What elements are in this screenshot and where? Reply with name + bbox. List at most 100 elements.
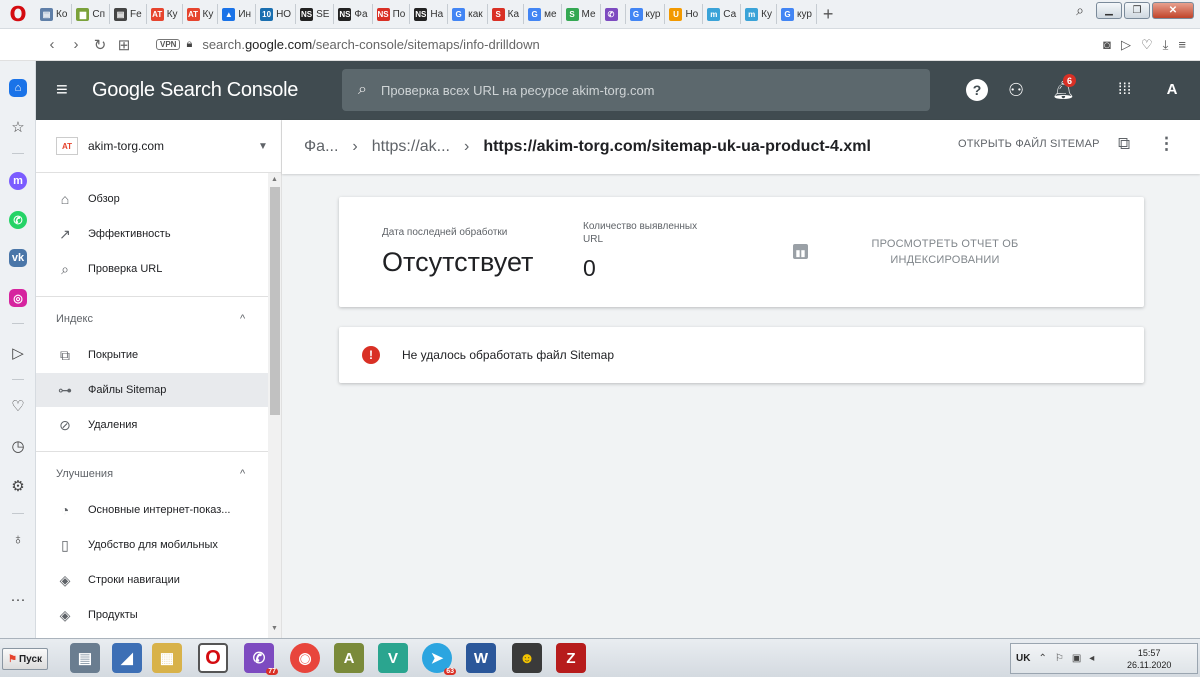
viber-icon[interactable]: ✆ 77: [244, 643, 278, 675]
browser-tab[interactable]: ▤ Ко: [36, 4, 73, 24]
browser-tab[interactable]: Gкур: [777, 4, 817, 24]
network-tray-icon[interactable]: ▣: [1072, 653, 1081, 664]
app-icon[interactable]: A: [334, 643, 364, 673]
browser-tab[interactable]: ✆: [601, 4, 626, 24]
volume-icon[interactable]: ◂: [1089, 653, 1094, 664]
vpn-app-icon[interactable]: V: [378, 643, 408, 673]
vpn-badge[interactable]: VPN: [156, 39, 181, 50]
browser-tab[interactable]: AT Ку: [147, 4, 183, 24]
tray-expand-icon[interactable]: ⌃: [1038, 653, 1046, 664]
browser-tab[interactable]: Gме: [524, 4, 562, 24]
browser-tab[interactable]: 10 НО: [256, 4, 297, 24]
open-in-new-icon[interactable]: ⧉: [1118, 134, 1130, 154]
product-logo[interactable]: Google Search Console: [92, 79, 298, 102]
browser-tab[interactable]: U Но: [665, 4, 704, 24]
breadcrumb-sitemaps[interactable]: Фа...: [304, 138, 338, 156]
scroll-up-icon[interactable]: ▲: [271, 176, 278, 183]
easy-setup-icon[interactable]: ≡: [1178, 37, 1186, 53]
more-vert-icon[interactable]: ⋮: [1158, 134, 1175, 154]
heart-icon[interactable]: ♡: [1141, 37, 1153, 53]
browser-tab[interactable]: m Ку: [741, 4, 777, 24]
minimize-button[interactable]: ▁: [1096, 2, 1122, 19]
browser-tab[interactable]: Gкур: [626, 4, 666, 24]
scroll-down-icon[interactable]: ▼: [271, 625, 278, 632]
nav-item-products[interactable]: ◈ Продукты: [36, 598, 268, 632]
nav-item-removals[interactable]: ⊘ Удаления: [36, 408, 268, 442]
opera-menu-button[interactable]: O: [0, 0, 36, 29]
nav-section-index[interactable]: Индекс ^: [36, 304, 268, 334]
clock[interactable]: 15:57 26.11.2020: [1127, 647, 1171, 671]
history-icon[interactable]: ◷: [8, 436, 28, 456]
nav-item-sitemaps[interactable]: ⊶ Файлы Sitemap: [36, 373, 268, 407]
language-indicator[interactable]: UK: [1016, 653, 1030, 664]
heart-icon[interactable]: ♡: [8, 396, 28, 416]
search-input[interactable]: [380, 82, 901, 98]
browser-tab[interactable]: NS SE: [296, 4, 335, 24]
download-icon[interactable]: ⤓: [1163, 37, 1169, 53]
lock-icon[interactable]: 🔒︎: [186, 38, 192, 51]
browser-tab[interactable]: ▲ Ин: [218, 4, 257, 24]
flow-icon[interactable]: ▷: [8, 343, 28, 363]
word-icon[interactable]: W: [466, 643, 496, 673]
open-sitemap-button[interactable]: ОТКРЫТЬ ФАЙЛ SITEMAP: [958, 138, 1100, 150]
browser-tab[interactable]: ▆ Сп: [72, 4, 111, 24]
nav-scroll-thumb[interactable]: [270, 187, 280, 415]
maximize-button[interactable]: ❐: [1124, 2, 1150, 19]
url-field[interactable]: search.google.com/search-console/sitemap…: [202, 37, 539, 52]
nav-item-performance[interactable]: ↗ Эффективность: [36, 217, 268, 251]
new-tab-button[interactable]: +: [823, 4, 834, 25]
vk-icon[interactable]: vk: [9, 249, 27, 267]
property-selector[interactable]: AT akim-torg.com ▼: [36, 120, 281, 173]
browser-tab[interactable]: S Ка: [488, 4, 525, 24]
browser-tab[interactable]: Gкак: [448, 4, 488, 24]
browser-tab[interactable]: S Ме: [562, 4, 601, 24]
tips-icon[interactable]: ♁: [8, 529, 28, 549]
apps-grid-icon[interactable]: ⁞⁞⁞: [1118, 78, 1131, 102]
start-button[interactable]: ⚑ Пуск: [2, 648, 48, 670]
avatar[interactable]: A: [1162, 81, 1182, 98]
nav-item-coverage[interactable]: ⧉ Покрытие: [36, 338, 268, 372]
browser-tab[interactable]: NS По: [373, 4, 411, 24]
more-icon[interactable]: ···: [8, 589, 28, 609]
opera-icon[interactable]: O: [198, 643, 228, 673]
browser-tab[interactable]: ▤ Fe: [110, 4, 147, 24]
send-icon[interactable]: ▷: [1121, 37, 1131, 53]
breadcrumb-index-sitemap[interactable]: https://ak...: [372, 138, 450, 156]
forward-icon[interactable]: ›: [64, 36, 88, 53]
speed-dial-icon[interactable]: ⊞: [112, 36, 136, 54]
browser-tab[interactable]: m Са: [703, 4, 742, 24]
camera-icon[interactable]: ◙: [1103, 37, 1111, 53]
nav-item-core-web-vitals[interactable]: ◔ Основные интернет-показ...: [36, 493, 268, 527]
nav-section-enhancements[interactable]: Улучшения ^: [36, 459, 268, 489]
network-icon[interactable]: ◢: [112, 643, 142, 673]
browser-tab[interactable]: AT Ку: [183, 4, 219, 24]
instagram-icon[interactable]: ◎: [9, 289, 27, 307]
settings-icon[interactable]: ⚙: [8, 476, 28, 496]
star-icon[interactable]: ☆: [8, 117, 28, 137]
whatsapp-icon[interactable]: ✆: [9, 211, 27, 229]
url-inspection-search[interactable]: ⌕: [342, 69, 930, 111]
reload-icon[interactable]: ↻: [88, 36, 112, 54]
bat-app-icon[interactable]: ☻: [512, 643, 542, 673]
nav-scrollbar[interactable]: ▲ ▼: [268, 173, 281, 638]
browser-tab[interactable]: NS На: [410, 4, 449, 24]
browser-tab[interactable]: NS Фа: [334, 4, 373, 24]
menu-icon[interactable]: ≡: [56, 79, 80, 102]
view-index-coverage-button[interactable]: ПРОСМОТРЕТЬ ОТЧЕТ ОБ ИНДЕКСИРОВАНИИ: [850, 236, 1040, 268]
nav-item-mobile-usability[interactable]: ▯ Удобство для мобильных: [36, 528, 268, 562]
account-settings-icon[interactable]: ⚇: [1008, 78, 1024, 102]
filezilla-icon[interactable]: Z: [556, 643, 586, 673]
nav-item-breadcrumbs[interactable]: ◈ Строки навигации: [36, 563, 268, 597]
tab-search-icon[interactable]: ⌕: [1076, 2, 1084, 19]
flag-icon[interactable]: ⚐: [1055, 653, 1064, 664]
back-icon[interactable]: ‹: [40, 36, 64, 53]
computer-icon[interactable]: ▤: [70, 643, 100, 673]
explorer-icon[interactable]: ▦: [152, 643, 182, 673]
close-window-button[interactable]: ✕: [1152, 2, 1194, 19]
nav-item-overview[interactable]: ⌂ Обзор: [36, 182, 268, 216]
telegram-icon[interactable]: ➤ 63: [422, 643, 456, 675]
help-icon[interactable]: ?: [966, 79, 988, 101]
nav-item-url-inspection[interactable]: ⌕ Проверка URL: [36, 252, 268, 286]
chrome-icon[interactable]: ◉: [290, 643, 320, 673]
home-icon[interactable]: ⌂: [9, 79, 27, 97]
